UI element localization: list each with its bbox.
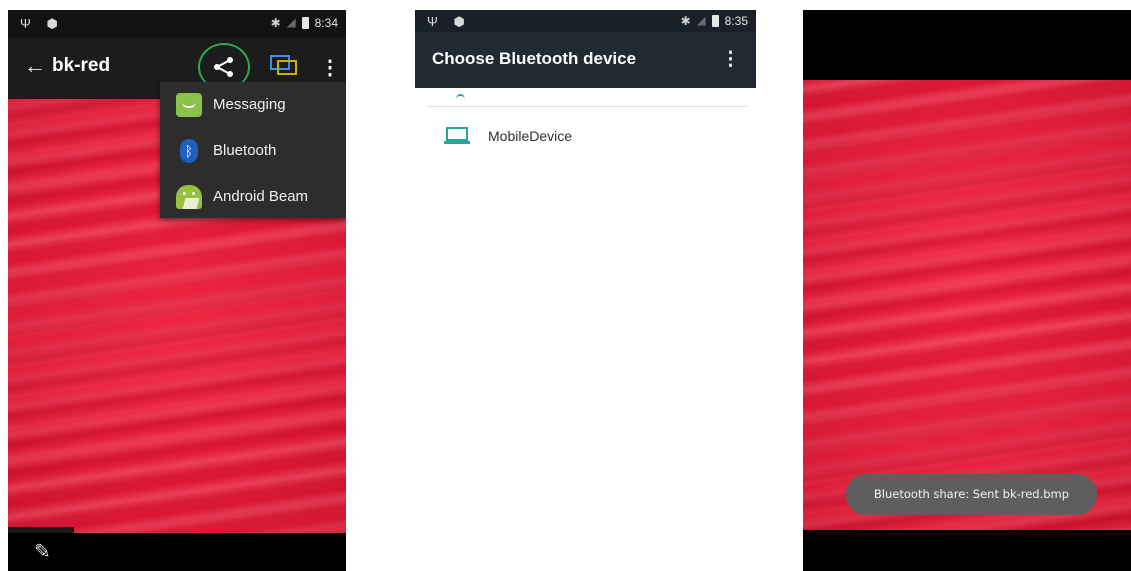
clock: 8:34 [314, 16, 338, 30]
battery-icon [711, 15, 719, 27]
bluetooth-status-icon: ✱ [680, 14, 691, 28]
notification-icons: Ψ ⬢ [20, 16, 64, 31]
device-name: MobileDevice [488, 128, 573, 144]
share-icon [214, 57, 233, 77]
image-edge [8, 527, 74, 533]
dialog-header: Choose Bluetooth device ⋮ [415, 32, 756, 88]
overflow-menu-icon[interactable]: ⋮ [320, 55, 340, 80]
signal-icon [286, 18, 296, 28]
android-icon [176, 185, 202, 209]
menu-item-messaging[interactable]: Messaging [160, 82, 346, 128]
battery-icon [301, 17, 309, 29]
divider [427, 106, 748, 107]
clock: 8:35 [724, 14, 748, 28]
screen-gallery-share: Ψ ⬢ ✱ 8:34 ← bk-red ⋮ Messaging ᛒ Blueto… [8, 10, 346, 571]
laptop-icon [444, 127, 470, 144]
bluetooth-icon: ᛒ [180, 139, 198, 163]
menu-item-bluetooth[interactable]: ᛒ Bluetooth [160, 128, 346, 174]
page-title: Choose Bluetooth device [432, 49, 637, 68]
screen-choose-device: Ψ ⬢ ✱ 8:35 Choose Bluetooth device ⋮ Mob… [415, 10, 756, 571]
overflow-menu-icon[interactable]: ⋮ [721, 48, 740, 71]
device-list-item[interactable]: MobileDevice [415, 115, 756, 155]
screen-share-complete: Bluetooth share: Sent bk-red.bmp [803, 10, 1131, 571]
back-arrow-icon[interactable]: ← [24, 53, 46, 79]
edit-pencil-icon[interactable]: ✎ [34, 539, 51, 564]
signal-icon [696, 16, 706, 26]
bluetooth-status-icon: ✱ [270, 16, 281, 30]
toast-message: Bluetooth share: Sent bk-red.bmp [846, 474, 1097, 515]
cast-screen-icon[interactable] [270, 55, 298, 77]
scanning-spinner [456, 94, 465, 105]
menu-item-android-beam[interactable]: Android Beam [160, 174, 346, 220]
page-title: bk-red [52, 55, 111, 76]
share-menu: Messaging ᛒ Bluetooth Android Beam [160, 82, 346, 218]
notification-icons: Ψ ⬢ [427, 14, 471, 29]
status-bar: Ψ ⬢ ✱ 8:35 [415, 10, 756, 32]
messaging-icon [176, 93, 202, 117]
image-preview [803, 80, 1131, 530]
status-bar: Ψ ⬢ ✱ 8:34 [8, 10, 346, 37]
